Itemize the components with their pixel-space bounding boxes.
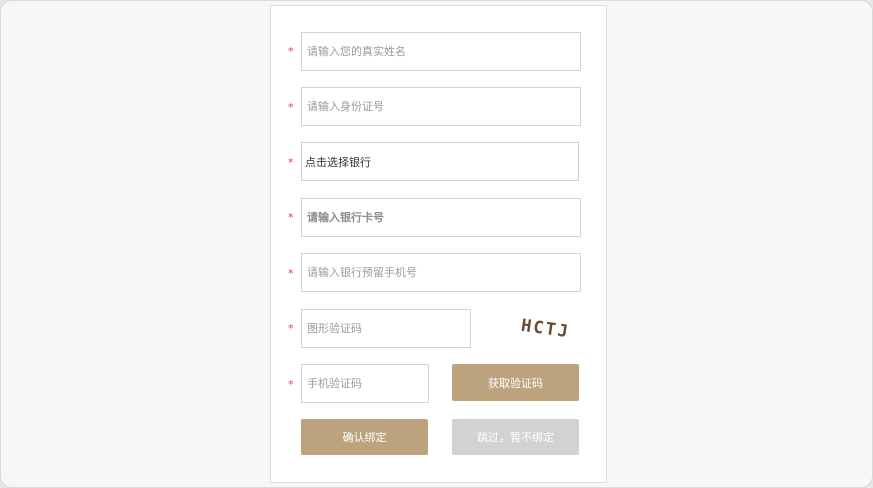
confirm-bind-label: 确认绑定 xyxy=(342,431,387,444)
bank-select[interactable]: 点击选择银行 xyxy=(301,142,579,181)
required-mark: * xyxy=(288,45,294,58)
confirm-bind-button[interactable]: 确认绑定 xyxy=(301,419,428,455)
page-frame: * * * 点击选择银行 * * * HCTJ * 获取验证码 确认绑定 xyxy=(0,0,873,488)
captcha-image[interactable]: HCTJ xyxy=(519,314,579,340)
required-mark: * xyxy=(288,267,294,280)
bank-select-label: 点击选择银行 xyxy=(305,155,371,169)
required-mark: * xyxy=(288,156,294,169)
required-mark: * xyxy=(288,378,294,391)
captcha-text: HCTJ xyxy=(520,316,571,340)
required-mark: * xyxy=(288,101,294,114)
skip-bind-label: 跳过，暂不绑定 xyxy=(477,431,554,444)
id-number-input[interactable] xyxy=(301,87,581,126)
real-name-input[interactable] xyxy=(301,32,581,71)
bank-card-input[interactable] xyxy=(301,198,581,237)
bind-card-form: * * * 点击选择银行 * * * HCTJ * 获取验证码 确认绑定 xyxy=(270,5,607,483)
skip-bind-button[interactable]: 跳过，暂不绑定 xyxy=(452,419,579,455)
required-mark: * xyxy=(288,322,294,335)
reserved-phone-input[interactable] xyxy=(301,253,581,292)
required-mark: * xyxy=(288,211,294,224)
get-code-button[interactable]: 获取验证码 xyxy=(452,364,579,401)
sms-code-input[interactable] xyxy=(301,364,429,403)
get-code-label: 获取验证码 xyxy=(488,376,543,390)
image-code-input[interactable] xyxy=(301,309,471,348)
